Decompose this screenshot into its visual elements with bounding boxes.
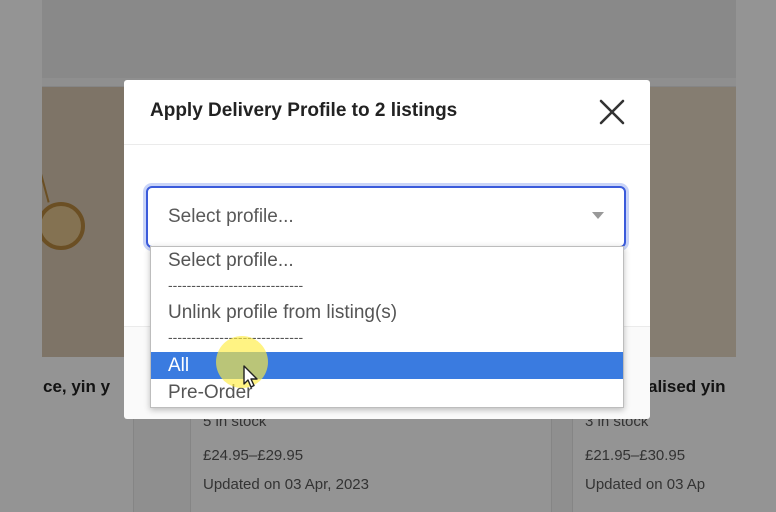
- option-separator: -----------------------------: [168, 277, 304, 293]
- option-pre-order[interactable]: Pre-Order: [151, 379, 623, 406]
- option-select-profile[interactable]: Select profile...: [151, 247, 623, 274]
- profile-select[interactable]: Select profile...: [146, 186, 626, 248]
- option-unlink-profile[interactable]: Unlink profile from listing(s): [151, 299, 623, 327]
- close-icon: [599, 99, 625, 125]
- caret-down-icon: [592, 212, 604, 219]
- pointer-cursor-icon: [243, 365, 258, 388]
- dialog-header: Apply Delivery Profile to 2 listings: [124, 80, 650, 145]
- close-button[interactable]: [594, 94, 630, 130]
- profile-select-value: Select profile...: [168, 206, 294, 227]
- dialog-title: Apply Delivery Profile to 2 listings: [150, 100, 458, 121]
- profile-dropdown-list[interactable]: Select profile... ----------------------…: [150, 246, 624, 408]
